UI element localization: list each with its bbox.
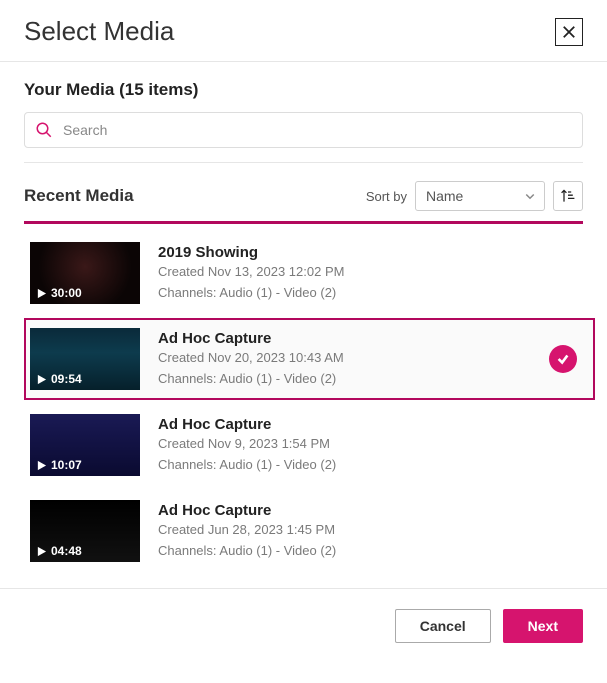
media-thumbnail: 09:54: [30, 328, 140, 390]
media-thumbnail: 04:48: [30, 500, 140, 562]
media-channels: Channels: Audio (1) - Video (2): [158, 370, 531, 388]
media-duration: 10:07: [36, 458, 82, 472]
media-info: Ad Hoc Capture Created Jun 28, 2023 1:45 …: [158, 500, 583, 562]
sort-direction-button[interactable]: [553, 181, 583, 211]
media-info: 2019 Showing Created Nov 13, 2023 12:02 P…: [158, 242, 583, 304]
check-icon: [556, 352, 570, 366]
sort-controls: Sort by Name: [366, 181, 583, 211]
modal-header: Select Media: [0, 0, 607, 62]
next-button[interactable]: Next: [503, 609, 583, 643]
search-icon: [35, 121, 53, 139]
sort-select[interactable]: Name: [415, 181, 545, 211]
media-row[interactable]: Ad Hoc Capture: [24, 576, 595, 580]
media-created: Created Nov 13, 2023 12:02 PM: [158, 263, 583, 281]
media-created: Created Nov 9, 2023 1:54 PM: [158, 435, 583, 453]
media-row[interactable]: 10:07 Ad Hoc Capture Created Nov 9, 2023 1…: [24, 404, 595, 486]
media-row[interactable]: 04:48 Ad Hoc Capture Created Jun 28, 2023 …: [24, 490, 595, 572]
modal-title: Select Media: [24, 16, 174, 47]
media-title: Ad Hoc Capture: [158, 330, 531, 347]
media-info: Ad Hoc Capture Created Nov 20, 2023 10:43…: [158, 328, 531, 390]
your-media-section: Your Media (15 items) Recent Media Sort …: [0, 62, 607, 211]
media-list[interactable]: 30:00 2019 Showing Created Nov 13, 2023 12…: [0, 224, 607, 580]
your-media-heading: Your Media (15 items): [24, 80, 583, 100]
search-field[interactable]: [24, 112, 583, 148]
media-title: 2019 Showing: [158, 244, 583, 261]
divider: [24, 162, 583, 163]
chevron-down-icon: [524, 190, 536, 202]
play-icon: [36, 460, 47, 471]
media-title: Ad Hoc Capture: [158, 416, 583, 433]
media-row[interactable]: 30:00 2019 Showing Created Nov 13, 2023 12…: [24, 232, 595, 314]
media-thumbnail: 30:00: [30, 242, 140, 304]
media-info: Ad Hoc Capture Created Nov 9, 2023 1:54 P…: [158, 414, 583, 476]
recent-media-row: Recent Media Sort by Name: [24, 181, 583, 211]
media-channels: Channels: Audio (1) - Video (2): [158, 542, 583, 560]
sort-select-value: Name: [426, 188, 463, 204]
selected-check: [549, 345, 577, 373]
sort-by-label: Sort by: [366, 189, 407, 204]
media-created: Created Nov 20, 2023 10:43 AM: [158, 349, 531, 367]
footer: Cancel Next: [0, 589, 607, 663]
media-thumbnail: 10:07: [30, 414, 140, 476]
play-icon: [36, 288, 47, 299]
media-duration: 09:54: [36, 372, 82, 386]
play-icon: [36, 546, 47, 557]
media-channels: Channels: Audio (1) - Video (2): [158, 284, 583, 302]
media-duration: 30:00: [36, 286, 82, 300]
close-icon: [562, 25, 576, 39]
cancel-button[interactable]: Cancel: [395, 609, 491, 643]
close-button[interactable]: [555, 18, 583, 46]
media-row[interactable]: 09:54 Ad Hoc Capture Created Nov 20, 2023 …: [24, 318, 595, 400]
media-created: Created Jun 28, 2023 1:45 PM: [158, 521, 583, 539]
media-duration: 04:48: [36, 544, 82, 558]
recent-media-heading: Recent Media: [24, 186, 134, 206]
media-channels: Channels: Audio (1) - Video (2): [158, 456, 583, 474]
media-title: Ad Hoc Capture: [158, 502, 583, 519]
play-icon: [36, 374, 47, 385]
search-input[interactable]: [63, 122, 572, 138]
sort-direction-icon: [560, 188, 576, 204]
